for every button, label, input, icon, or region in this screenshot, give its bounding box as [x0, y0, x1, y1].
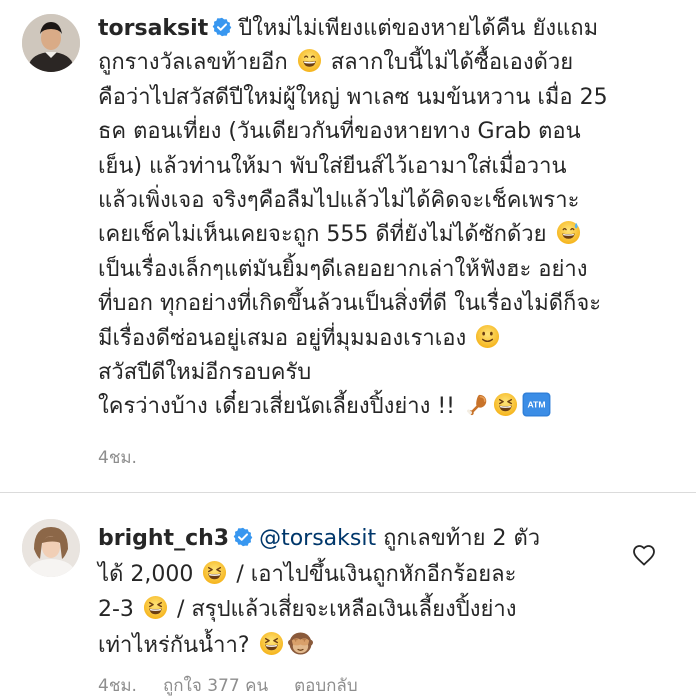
comment-text: 2-3	[98, 597, 134, 622]
commenter-avatar[interactable]	[22, 519, 80, 577]
laughing-emoji-icon	[202, 560, 227, 585]
commenter-username[interactable]: bright_ch3	[98, 526, 229, 551]
caption-text: ใครว่างบ้าง เดี๋ยวเสี่ยนัดเลี้ยงปิ้งย่าง…	[98, 394, 455, 420]
comment-line-2: ได้ 2,000 / เอาไปขึ้นเงินถูกหักอีกร้อยละ	[98, 557, 626, 593]
laughing-emoji-icon	[143, 595, 168, 620]
caption-text: เย็น) แล้วท่านให้มา พับใส่ยีนส์ไว้เอามาใ…	[98, 153, 567, 179]
caption-text: ที่บอก ทุกอย่างที่เกิดขึ้นล้วนเป็นสิ่งที…	[98, 291, 602, 317]
comment-text: ถูกเลขท้าย 2 ตัว	[383, 526, 541, 551]
divider	[0, 492, 696, 493]
caption-line-5: เย็น) แล้วท่านให้มา พับใส่ยีนส์ไว้เอามาใ…	[98, 150, 684, 184]
see-no-evil-monkey-emoji-icon	[288, 631, 313, 656]
caption-line-10: มีเรื่องดีซ่อนอยู่เสมอ อยู่ที่มุมมองเราเ…	[98, 322, 684, 356]
caption-body: torsaksit ปีใหม่ไม่เพียงแต่ของหายได้คืน ย…	[98, 12, 684, 425]
caption-text: สวัสปีดีใหม่อีกรอบครับ	[98, 360, 312, 386]
comment-line-3: 2-3 / สรุปแล้วเสี่ยจะเหลือเงินเลี้ยงปิ้ง…	[98, 592, 626, 628]
comment-line-1: bright_ch3 @torsaksit ถูกเลขท้าย 2 ตัว	[98, 521, 626, 557]
post-caption: torsaksit ปีใหม่ไม่เพียงแต่ของหายได้คืน ย…	[0, 0, 696, 490]
username[interactable]: torsaksit	[98, 16, 208, 41]
caption-line-2: ถูกรางวัลเลขท้ายอีก สลากใบนี้ไม่ได้ซื้อเ…	[98, 46, 684, 80]
comment-body: bright_ch3 @torsaksit ถูกเลขท้าย 2 ตัว ได…	[98, 521, 626, 663]
caption-line-11: สวัสปีดีใหม่อีกรอบครับ	[98, 356, 684, 390]
caption-text: มีเรื่องดีซ่อนอยู่เสมอ อยู่ที่มุมมองเราเ…	[98, 325, 467, 351]
avatar[interactable]	[22, 14, 80, 72]
heart-icon[interactable]	[632, 544, 656, 566]
chicken-leg-emoji-icon	[464, 392, 489, 417]
laughing-emoji-icon	[493, 392, 518, 417]
caption-text: สลากใบนี้ไม่ได้ซื้อเองด้วย	[330, 50, 574, 76]
caption-line-4: ธค ตอนเที่ยง (วันเดียวกันที่ของหายทาง Gr…	[98, 115, 684, 149]
sweat-smile-emoji-icon	[556, 220, 581, 245]
comment-text: เท่าไหร่กันน้ำา?	[98, 632, 250, 658]
verified-badge-icon	[233, 527, 253, 547]
caption-text: ถูกรางวัลเลขท้ายอีก	[98, 50, 288, 76]
caption-line-9: ที่บอก ทุกอย่างที่เกิดขึ้นล้วนเป็นสิ่งที…	[98, 287, 684, 321]
caption-text: ธค ตอนเที่ยง (วันเดียวกันที่ของหายทาง Gr…	[98, 119, 581, 145]
caption-line-6: แล้วเพิ่งเจอ จริงๆคือลืมไปแล้วไม่ได้คิดจ…	[98, 184, 684, 218]
caption-text: แล้วเพิ่งเจอ จริงๆคือลืมไปแล้วไม่ได้คิดจ…	[98, 188, 580, 214]
post-timestamp: 4ชม.	[98, 448, 137, 468]
grinning-emoji-icon	[297, 48, 322, 73]
slight-smile-emoji-icon	[475, 324, 500, 349]
comment-text: / สรุปแล้วเสี่ยจะเหลือเงินเลี้ยงปิ้งย่าง	[176, 597, 517, 622]
caption-text: เคยเช็คไม่เห็นเคยจะถูก 555 ดีที่ยังไม่ได…	[98, 222, 547, 248]
comment-meta: 4ชม. ถูกใจ 377 คน ตอบกลับ	[98, 672, 384, 699]
caption-line-7: เคยเช็คไม่เห็นเคยจะถูก 555 ดีที่ยังไม่ได…	[98, 218, 684, 252]
laughing-emoji-icon	[259, 631, 284, 656]
comment-timestamp: 4ชม.	[98, 676, 137, 696]
caption-line-12: ใครว่างบ้าง เดี๋ยวเสี่ยนัดเลี้ยงปิ้งย่าง…	[98, 390, 684, 424]
verified-badge-icon	[212, 17, 232, 37]
reply-button[interactable]: ตอบกลับ	[294, 676, 358, 696]
mention-link[interactable]: @torsaksit	[259, 526, 376, 551]
caption-text: คือว่าไปสวัสดีปีใหม่ผู้ใหญ่ พาเลซ นมข้นห…	[98, 84, 608, 110]
comment-line-4: เท่าไหร่กันน้ำา?	[98, 628, 626, 664]
caption-line-8: เป็นเรื่องเล็กๆแต่มันยิ้มๆดีเลยอยากเล่าใ…	[98, 253, 684, 287]
comment-text: ได้ 2,000	[98, 561, 194, 587]
atm-sign-emoji-icon	[522, 392, 551, 417]
likes-count[interactable]: ถูกใจ 377 คน	[163, 676, 268, 696]
caption-text: เป็นเรื่องเล็กๆแต่มันยิ้มๆดีเลยอยากเล่าใ…	[98, 256, 588, 282]
caption-line-3: คือว่าไปสวัสดีปีใหม่ผู้ใหญ่ พาเลซ นมข้นห…	[98, 81, 684, 115]
comment-text: / เอาไปขึ้นเงินถูกหักอีกร้อยละ	[236, 561, 517, 587]
caption-line-1: torsaksit ปีใหม่ไม่เพียงแต่ของหายได้คืน ย…	[98, 12, 684, 46]
caption-text: ปีใหม่ไม่เพียงแต่ของหายได้คืน ยังแถม	[238, 16, 599, 41]
